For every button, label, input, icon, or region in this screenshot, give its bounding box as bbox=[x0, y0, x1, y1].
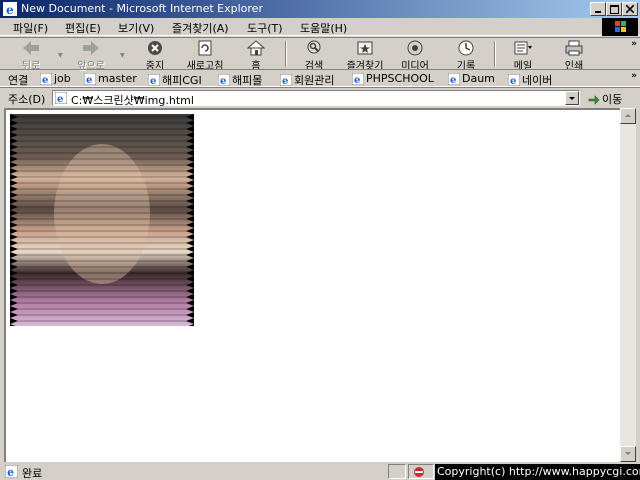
links-overflow-icon[interactable]: » bbox=[631, 71, 637, 81]
back-button[interactable]: 뒤로 bbox=[8, 40, 54, 72]
window-title: New Document - Microsoft Internet Explor… bbox=[21, 2, 263, 15]
link-happymall[interactable]: e 해피몰 bbox=[218, 72, 262, 88]
vertical-scrollbar[interactable] bbox=[620, 108, 636, 462]
scroll-down-button[interactable] bbox=[620, 446, 636, 462]
refresh-button[interactable]: 새로고침 bbox=[182, 40, 228, 72]
link-happycgi[interactable]: e 해피CGI bbox=[148, 72, 202, 88]
security-zone-icon bbox=[414, 467, 424, 477]
toolbar-separator bbox=[494, 41, 496, 67]
svg-text:e: e bbox=[6, 3, 14, 16]
status-cell bbox=[408, 464, 434, 479]
svg-text:e: e bbox=[220, 76, 226, 86]
address-input[interactable]: e C:₩스크린샷₩img.html bbox=[52, 90, 580, 107]
standard-toolbar: 뒤로 ▼ 앞으로 ▼ 중지 새로고침 홈 검색 즐겨찾기 미디어 기록 메일 인 bbox=[0, 37, 640, 72]
menu-help[interactable]: 도움말(H) bbox=[300, 20, 347, 36]
ie-page-icon: e bbox=[5, 465, 18, 478]
link-phpschool[interactable]: e PHPSCHOOL bbox=[352, 72, 434, 85]
svg-text:e: e bbox=[86, 75, 92, 85]
link-member-admin[interactable]: e 회원관리 bbox=[280, 72, 334, 88]
ie-page-icon: e bbox=[280, 74, 292, 86]
toolbar-overflow-icon[interactable]: » bbox=[631, 39, 637, 49]
close-button[interactable] bbox=[622, 2, 638, 16]
status-text: 완료 bbox=[22, 467, 43, 480]
stop-icon bbox=[148, 41, 162, 55]
media-icon bbox=[407, 40, 423, 56]
back-dropdown-icon[interactable]: ▼ bbox=[58, 52, 63, 59]
page-content bbox=[4, 108, 636, 462]
go-arrow-icon bbox=[588, 95, 600, 105]
toolbar-separator bbox=[285, 41, 287, 67]
mail-icon bbox=[514, 41, 532, 55]
link-master[interactable]: e master bbox=[84, 72, 137, 85]
ie-page-icon: e bbox=[84, 72, 96, 85]
mail-button[interactable]: 메일 bbox=[500, 40, 546, 72]
link-job[interactable]: e job bbox=[40, 72, 71, 85]
forward-arrow-icon bbox=[83, 41, 99, 55]
menu-view[interactable]: 보기(V) bbox=[118, 20, 154, 36]
print-icon bbox=[565, 40, 583, 56]
home-icon bbox=[246, 40, 266, 56]
menu-file[interactable]: 파일(F) bbox=[13, 20, 48, 36]
minimize-icon bbox=[595, 11, 601, 13]
ie-page-icon: e bbox=[508, 74, 520, 86]
svg-text:e: e bbox=[150, 76, 156, 86]
search-button[interactable]: 검색 bbox=[291, 40, 337, 72]
svg-text:e: e bbox=[450, 75, 456, 85]
svg-text:e: e bbox=[510, 76, 516, 86]
title-bar: e New Document - Microsoft Internet Expl… bbox=[0, 0, 640, 18]
history-icon bbox=[458, 40, 474, 56]
menu-bar: 파일(F) 편집(E) 보기(V) 즐겨찾기(A) 도구(T) 도움말(H) bbox=[0, 18, 640, 36]
link-naver[interactable]: e 네이버 bbox=[508, 72, 552, 88]
search-icon bbox=[307, 40, 321, 54]
home-button[interactable]: 홈 bbox=[233, 40, 279, 72]
svg-text:e: e bbox=[42, 75, 48, 85]
menu-favorites[interactable]: 즐겨찾기(A) bbox=[172, 20, 229, 36]
svg-text:e: e bbox=[354, 75, 360, 85]
windows-logo-icon bbox=[602, 18, 638, 36]
svg-text:e: e bbox=[282, 76, 288, 86]
media-button[interactable]: 미디어 bbox=[392, 40, 438, 72]
ie-page-icon: e bbox=[448, 72, 460, 85]
maximize-button[interactable] bbox=[606, 2, 622, 16]
stop-button[interactable]: 중지 bbox=[132, 40, 178, 72]
address-dropdown-icon[interactable] bbox=[565, 91, 579, 105]
close-icon bbox=[626, 5, 634, 13]
links-label: 연결 bbox=[8, 74, 29, 87]
ie-page-icon: e bbox=[352, 72, 364, 85]
favorites-button[interactable]: 즐겨찾기 bbox=[342, 40, 388, 72]
print-button[interactable]: 인쇄 bbox=[551, 40, 597, 72]
minimize-button[interactable] bbox=[590, 2, 606, 16]
ie-page-icon: e bbox=[55, 92, 67, 104]
ie-page-icon: e bbox=[40, 72, 52, 85]
ie-page-icon: e bbox=[148, 74, 160, 86]
menu-tools[interactable]: 도구(T) bbox=[247, 20, 283, 36]
distorted-photo bbox=[10, 114, 194, 326]
svg-text:e: e bbox=[57, 94, 63, 104]
copyright-watermark: Copyright(c) http://www.happycgi.com bbox=[435, 464, 640, 480]
history-button[interactable]: 기록 bbox=[443, 40, 489, 72]
address-label: 주소(D) bbox=[8, 93, 46, 106]
scroll-up-button[interactable] bbox=[620, 108, 636, 124]
go-button[interactable]: 이동 bbox=[588, 91, 622, 107]
forward-button[interactable]: 앞으로 bbox=[68, 40, 114, 72]
address-value: C:₩스크린샷₩img.html bbox=[71, 94, 194, 107]
status-cell bbox=[388, 464, 406, 479]
maximize-icon bbox=[609, 4, 619, 14]
forward-dropdown-icon[interactable]: ▼ bbox=[120, 52, 125, 59]
back-arrow-icon bbox=[23, 41, 39, 55]
ie-logo-icon: e bbox=[3, 2, 17, 16]
svg-text:e: e bbox=[7, 466, 14, 478]
link-daum[interactable]: e Daum bbox=[448, 72, 495, 85]
favorites-icon bbox=[357, 41, 373, 55]
menu-edit[interactable]: 편집(E) bbox=[65, 20, 101, 36]
address-bar: 주소(D) e C:₩스크린샷₩img.html 이동 bbox=[0, 87, 640, 107]
links-bar: 연결 e job e master e 해피CGI e 해피몰 e 회원관리 e… bbox=[0, 69, 640, 87]
ie-page-icon: e bbox=[218, 74, 230, 86]
refresh-icon bbox=[198, 40, 212, 56]
